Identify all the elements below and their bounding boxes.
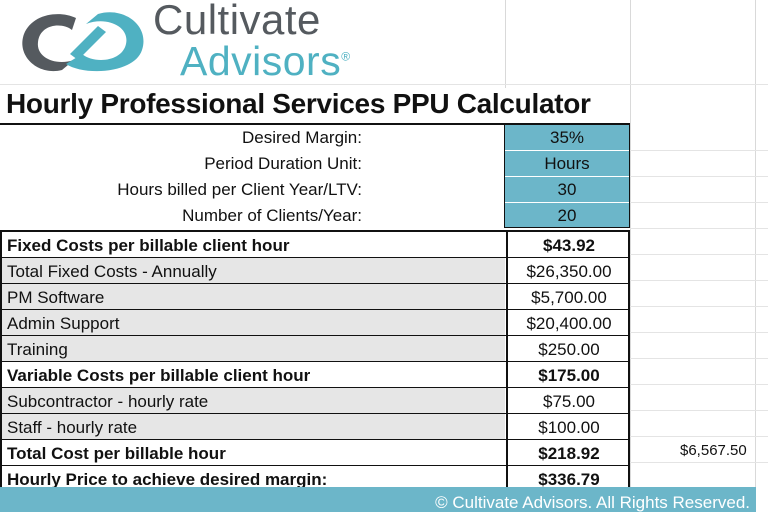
registered-mark: ® <box>341 49 351 64</box>
input-cell-clients[interactable]: 20 <box>505 203 629 228</box>
input-row-hours-billed: Hours billed per Client Year/LTV: 30 <box>0 177 630 202</box>
gridline <box>630 280 768 281</box>
copyright-text: © Cultivate Advisors. All Rights Reserve… <box>435 493 750 512</box>
gridline <box>630 202 768 203</box>
input-row-margin: Desired Margin: 35% <box>0 125 630 150</box>
input-row-clients: Number of Clients/Year: 20 <box>0 203 630 228</box>
gridline <box>0 84 768 85</box>
table-row[interactable]: Total Fixed Costs - Annually $26,350.00 <box>2 258 628 284</box>
table-row[interactable]: Total Cost per billable hour $218.92 <box>2 440 628 466</box>
row-label: Subcontractor - hourly rate <box>2 388 505 413</box>
table-row[interactable]: PM Software $5,700.00 <box>2 284 628 310</box>
footer-bar: © Cultivate Advisors. All Rights Reserve… <box>0 487 756 512</box>
gridline <box>630 410 768 411</box>
row-value[interactable]: $5,700.00 <box>506 284 630 309</box>
table-row[interactable]: Training $250.00 <box>2 336 628 362</box>
row-label: PM Software <box>2 284 505 309</box>
row-label: Total Cost per billable hour <box>7 444 226 463</box>
row-label: Variable Costs per billable client hour <box>7 366 311 385</box>
table-row[interactable]: Subcontractor - hourly rate $75.00 <box>2 388 628 414</box>
row-label: Staff - hourly rate <box>2 414 505 439</box>
table-row[interactable]: Fixed Costs per billable client hour $43… <box>2 232 628 258</box>
side-value-cell[interactable]: $6,567.50 <box>680 442 747 459</box>
row-value[interactable]: $20,400.00 <box>506 310 630 335</box>
input-cell-hours-billed[interactable]: 30 <box>505 177 629 202</box>
gridline <box>630 358 768 359</box>
gridline <box>630 384 768 385</box>
gridline <box>630 254 768 255</box>
row-label: Total Fixed Costs - Annually <box>2 258 505 283</box>
row-value[interactable]: $26,350.00 <box>506 258 630 283</box>
gridline <box>630 150 768 151</box>
gridline <box>630 228 768 229</box>
logo-icon <box>14 4 154 80</box>
input-label: Hours billed per Client Year/LTV: <box>117 180 362 199</box>
input-label: Number of Clients/Year: <box>182 206 362 225</box>
row-value[interactable]: $218.92 <box>506 440 630 465</box>
page-title: Hourly Professional Services PPU Calcula… <box>6 88 591 119</box>
gridline <box>630 306 768 307</box>
gridline <box>630 176 768 177</box>
gridline <box>630 462 768 463</box>
table-row[interactable]: Variable Costs per billable client hour … <box>2 362 628 388</box>
table-row[interactable]: Staff - hourly rate $100.00 <box>2 414 628 440</box>
gridline <box>630 332 768 333</box>
row-value[interactable]: $100.00 <box>506 414 630 439</box>
input-label: Period Duration Unit: <box>204 154 362 173</box>
gridline <box>630 436 768 437</box>
gridline <box>505 0 506 88</box>
row-value[interactable]: $175.00 <box>506 362 630 387</box>
input-row-duration-unit: Period Duration Unit: Hours <box>0 151 630 176</box>
row-label: Admin Support <box>2 310 505 335</box>
row-value[interactable]: $75.00 <box>506 388 630 413</box>
row-label: Fixed Costs per billable client hour <box>7 236 290 255</box>
input-cell-margin[interactable]: 35% <box>505 125 629 150</box>
input-label: Desired Margin: <box>242 128 362 147</box>
row-value[interactable]: $43.92 <box>506 232 630 257</box>
row-label: Training <box>2 336 505 361</box>
row-value[interactable]: $250.00 <box>506 336 630 361</box>
table-row[interactable]: Admin Support $20,400.00 <box>2 310 628 336</box>
cost-table: Fixed Costs per billable client hour $43… <box>0 230 630 494</box>
brand-name-line2: Advisors® <box>180 38 351 84</box>
input-cell-duration-unit[interactable]: Hours <box>505 151 629 176</box>
